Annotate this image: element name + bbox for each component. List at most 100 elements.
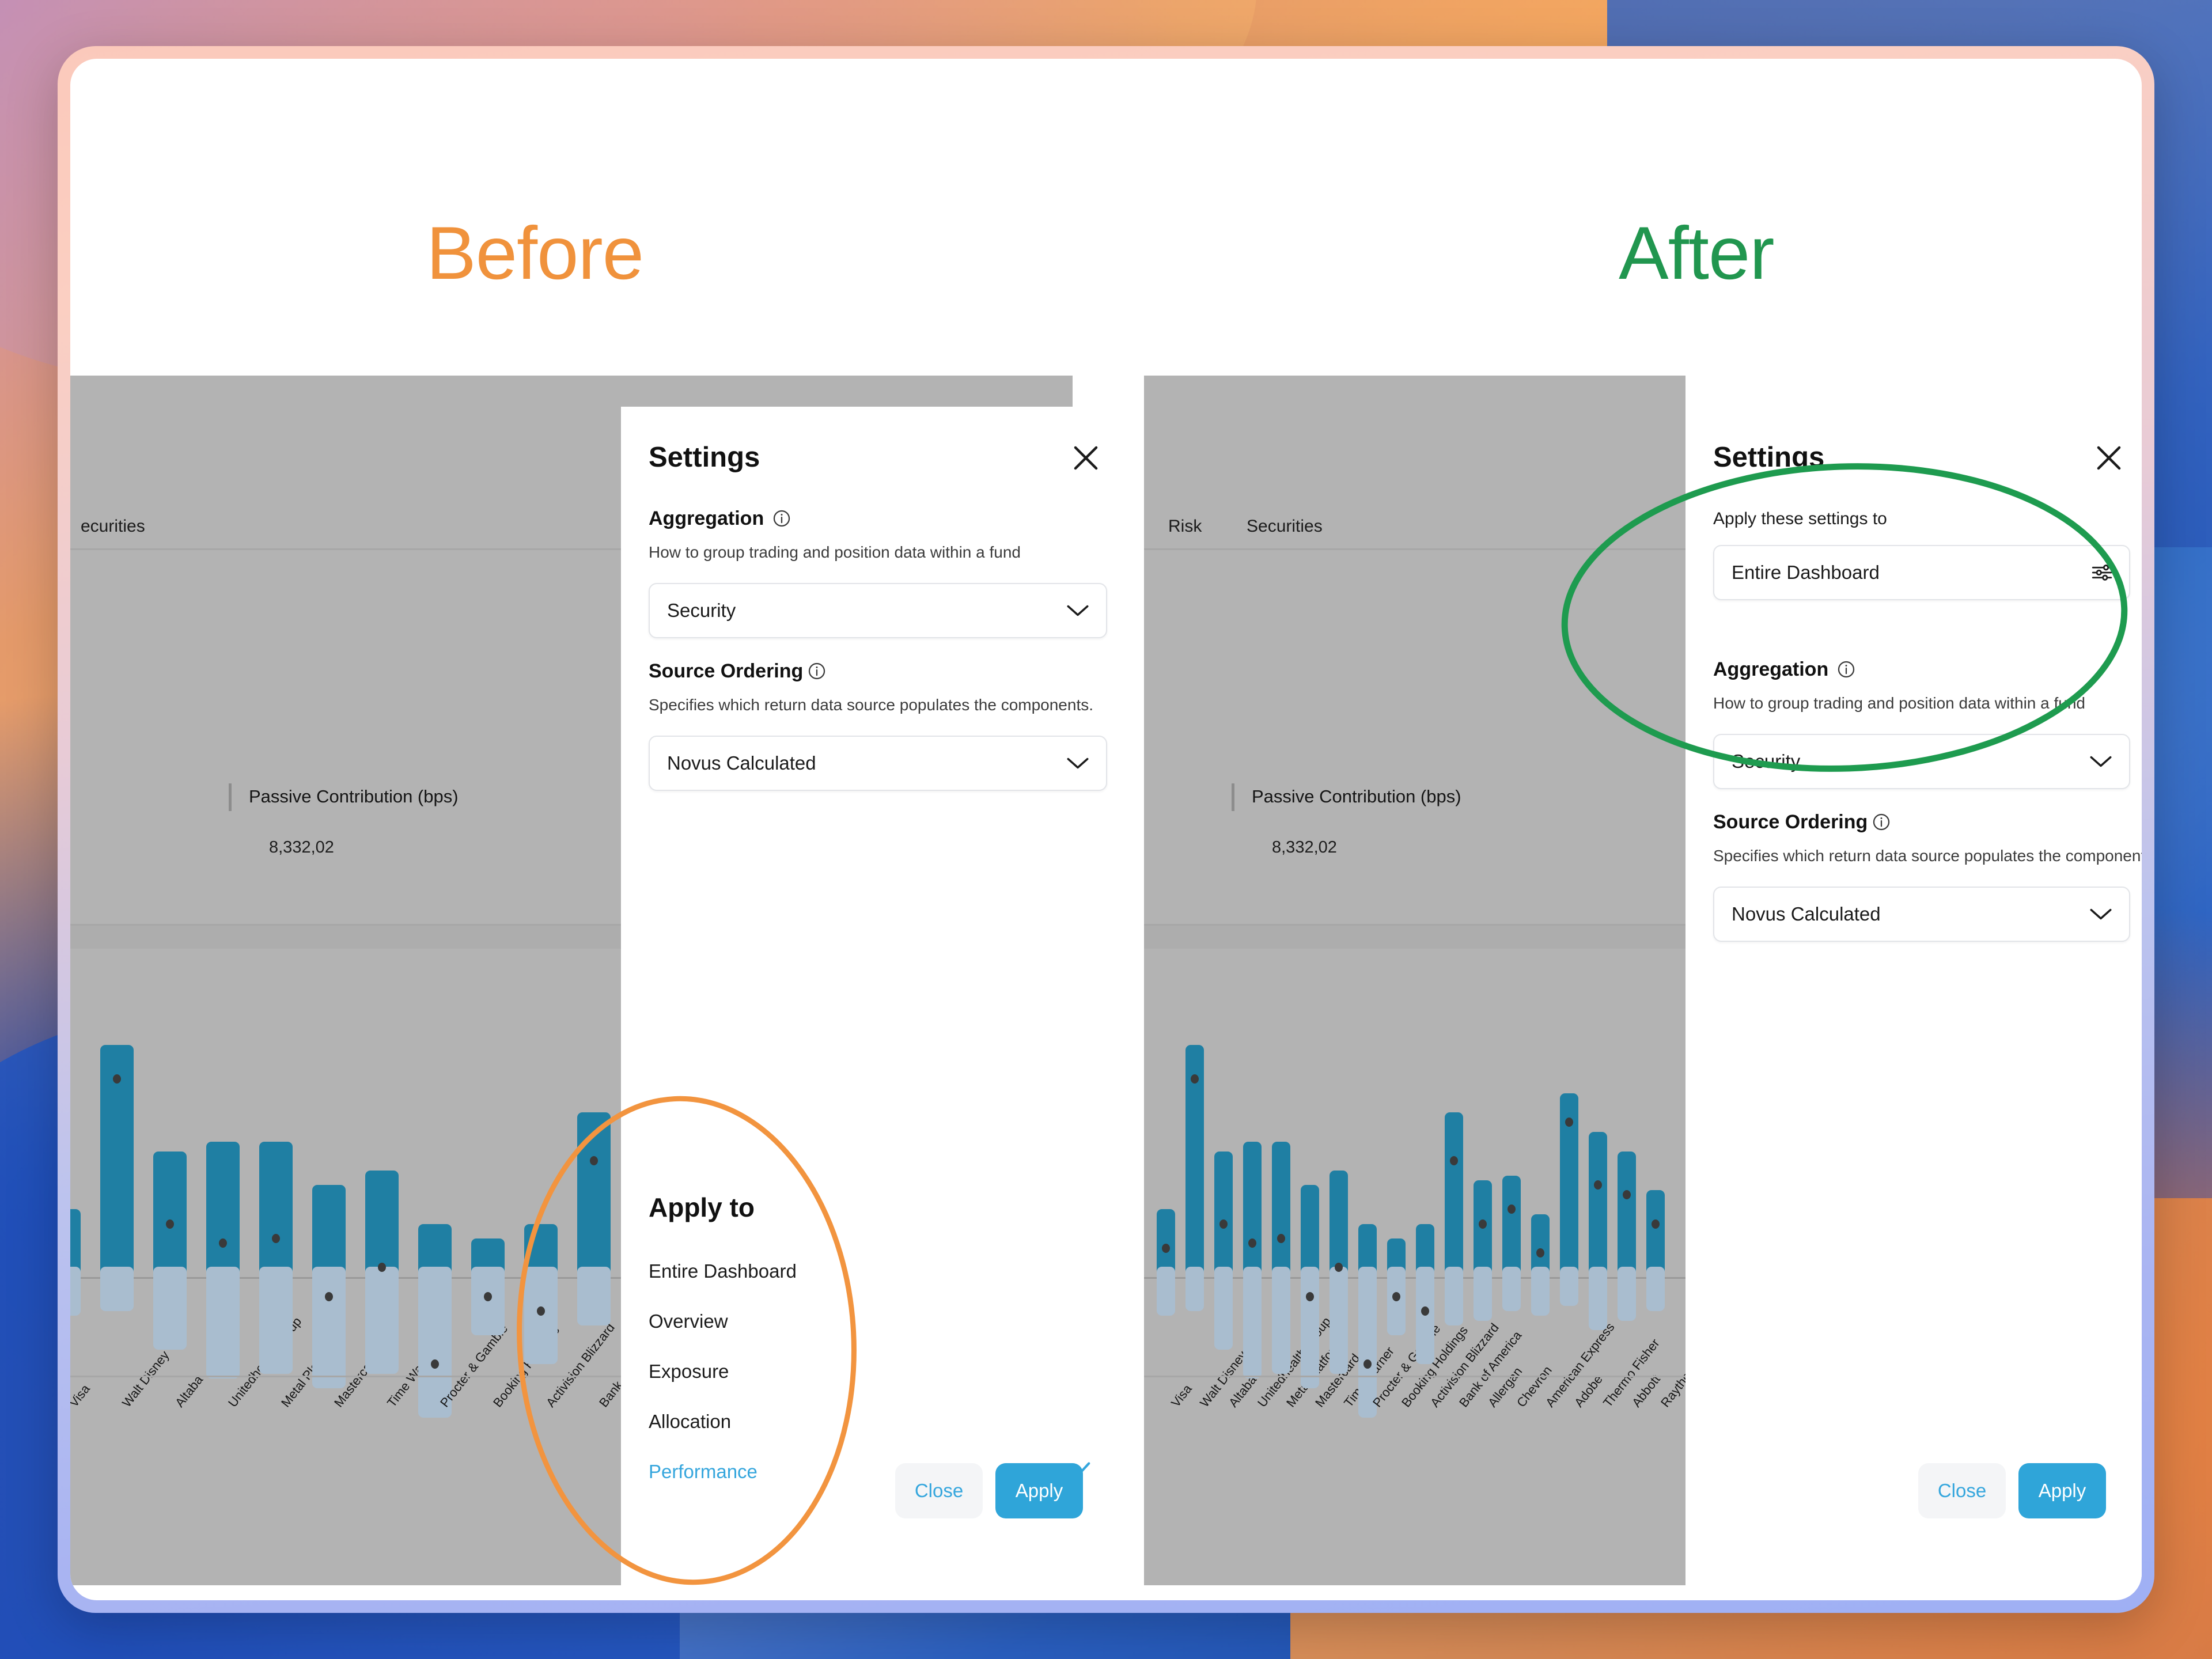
aggregation-select[interactable]: Security: [649, 583, 1107, 638]
x-axis-label: Visa: [1168, 1381, 1195, 1410]
data-point-marker: [1652, 1219, 1660, 1229]
before-heading: Before: [426, 211, 644, 295]
close-button[interactable]: Close: [895, 1463, 983, 1518]
window-frame: Before After ecurities Passive Contribut…: [58, 46, 2154, 1613]
data-point-marker: [166, 1219, 174, 1229]
apply-to-title: Apply to: [649, 1192, 755, 1222]
apply-to-item-exposure[interactable]: Exposure: [649, 1361, 729, 1382]
bar-negative: [206, 1267, 240, 1379]
after-heading: After: [1619, 211, 1775, 295]
bar-positive: [206, 1141, 240, 1287]
bar-negative: [153, 1267, 187, 1350]
info-icon[interactable]: [772, 509, 791, 528]
after-settings-dialog: Settings Apply these settings to Entire …: [1685, 407, 2142, 1585]
before-settings-dialog: Settings Aggregation How to group tradin…: [621, 407, 1144, 1585]
apply-these-settings-to-label: Apply these settings to: [1713, 509, 1887, 528]
data-point-marker: [1191, 1074, 1199, 1084]
apply-to-item-entire-dashboard[interactable]: Entire Dashboard: [649, 1260, 797, 1282]
after-nav-securities[interactable]: Securities: [1247, 517, 1323, 536]
apply-to-item-overview[interactable]: Overview: [649, 1310, 728, 1332]
source-ordering-label: Source Ordering: [1713, 811, 1868, 833]
bar-negative: [100, 1267, 134, 1311]
close-icon[interactable]: [2091, 440, 2127, 476]
after-axis-line: [1144, 1376, 1685, 1377]
after-kpi-value: 8,332,02: [1272, 838, 1337, 857]
x-axis-label: Altaba: [172, 1372, 206, 1410]
data-point-marker: [272, 1233, 280, 1243]
after-nav-row: [1144, 376, 1685, 543]
source-ordering-description: Specifies which return data source popul…: [1713, 847, 2142, 865]
data-point-marker: [325, 1291, 333, 1301]
close-icon[interactable]: [1068, 440, 1104, 476]
x-axis-label: Raytheon: [1658, 1358, 1685, 1410]
apply-these-settings-to-value: Entire Dashboard: [1732, 562, 1880, 583]
source-ordering-description: Specifies which return data source popul…: [649, 696, 1094, 714]
bar-positive: [259, 1141, 293, 1287]
window-content: Before After ecurities Passive Contribut…: [70, 59, 2142, 1600]
after-nav-risk[interactable]: Risk: [1168, 517, 1202, 536]
bar-negative: [259, 1267, 293, 1374]
data-point-marker: [1392, 1291, 1400, 1301]
before-nav-securities[interactable]: ecurities: [81, 517, 145, 536]
bar-negative: [1618, 1267, 1636, 1321]
bar-positive: [577, 1112, 611, 1287]
after-kpi-label: Passive Contribution (bps): [1252, 786, 1461, 806]
bar-negative: [1560, 1267, 1578, 1306]
bar-positive: [1243, 1141, 1262, 1287]
after-bar-chart: Visa Walt Disney Altaba Unitedhealth Group M…: [1144, 957, 1685, 1585]
chevron-down-icon: [2088, 907, 2114, 922]
apply-these-settings-to-select[interactable]: Entire Dashboard: [1713, 545, 2130, 600]
source-ordering-select[interactable]: Novus Calculated: [1713, 887, 2130, 942]
chevron-down-icon: [1065, 756, 1091, 771]
bar-positive: [1589, 1132, 1607, 1287]
before-kpi-value: 8,332,02: [269, 838, 334, 857]
info-icon[interactable]: [1872, 812, 1891, 832]
apply-button[interactable]: Apply: [2018, 1463, 2106, 1518]
bar-negative: [1502, 1267, 1521, 1311]
settings-title: Settings: [1713, 442, 1825, 473]
chevron-down-icon: [2088, 754, 2114, 769]
aggregation-value: Security: [1732, 751, 1801, 772]
bar-negative: [577, 1267, 611, 1325]
bar-negative: [1157, 1267, 1175, 1316]
aggregation-select[interactable]: Security: [1713, 734, 2130, 789]
bar-negative: [1474, 1267, 1492, 1321]
after-band-shade: [1144, 926, 1685, 949]
data-point-marker: [1219, 1219, 1228, 1229]
apply-to-item-allocation[interactable]: Allocation: [649, 1411, 731, 1433]
apply-to-item-performance[interactable]: Performance: [649, 1461, 757, 1483]
bar-negative: [70, 1267, 81, 1316]
aggregation-label: Aggregation: [1713, 658, 1829, 680]
aggregation-description: How to group trading and position data w…: [649, 543, 1021, 561]
bar-positive: [1272, 1141, 1290, 1287]
bar-negative: [1445, 1267, 1463, 1325]
data-point-marker: [1479, 1219, 1487, 1229]
source-ordering-label: Source Ordering: [649, 660, 804, 682]
aggregation-description: How to group trading and position data w…: [1713, 694, 2085, 712]
bar-negative: [312, 1267, 346, 1389]
apply-button[interactable]: Apply: [995, 1463, 1083, 1518]
data-point-marker: [1162, 1243, 1170, 1253]
data-point-marker: [113, 1074, 121, 1084]
source-ordering-value: Novus Calculated: [667, 752, 816, 774]
before-kpi-label: Passive Contribution (bps): [249, 786, 459, 806]
bar-negative: [1301, 1267, 1319, 1389]
source-ordering-value: Novus Calculated: [1732, 903, 1881, 925]
after-kpi-accent: [1232, 783, 1234, 811]
info-icon[interactable]: [1836, 660, 1856, 679]
data-point-marker: [1421, 1306, 1429, 1316]
chevron-down-icon: [1065, 603, 1091, 618]
info-icon[interactable]: [807, 661, 827, 681]
bar-negative: [1272, 1267, 1290, 1374]
x-axis-label: Walt Disney: [119, 1348, 172, 1410]
desktop-background: Before After ecurities Passive Contribut…: [0, 0, 2212, 1659]
close-button[interactable]: Close: [1918, 1463, 2006, 1518]
after-app-screenshot: Risk Securities Passive Contribution (bp…: [1144, 376, 1685, 1585]
bar-positive: [1445, 1112, 1463, 1287]
bar-negative: [1330, 1267, 1348, 1374]
bar-negative: [365, 1267, 399, 1374]
settings-title: Settings: [649, 442, 760, 473]
after-band-separator-1: [1144, 548, 1685, 550]
source-ordering-select[interactable]: Novus Calculated: [649, 736, 1107, 791]
bar-negative: [1646, 1267, 1665, 1311]
